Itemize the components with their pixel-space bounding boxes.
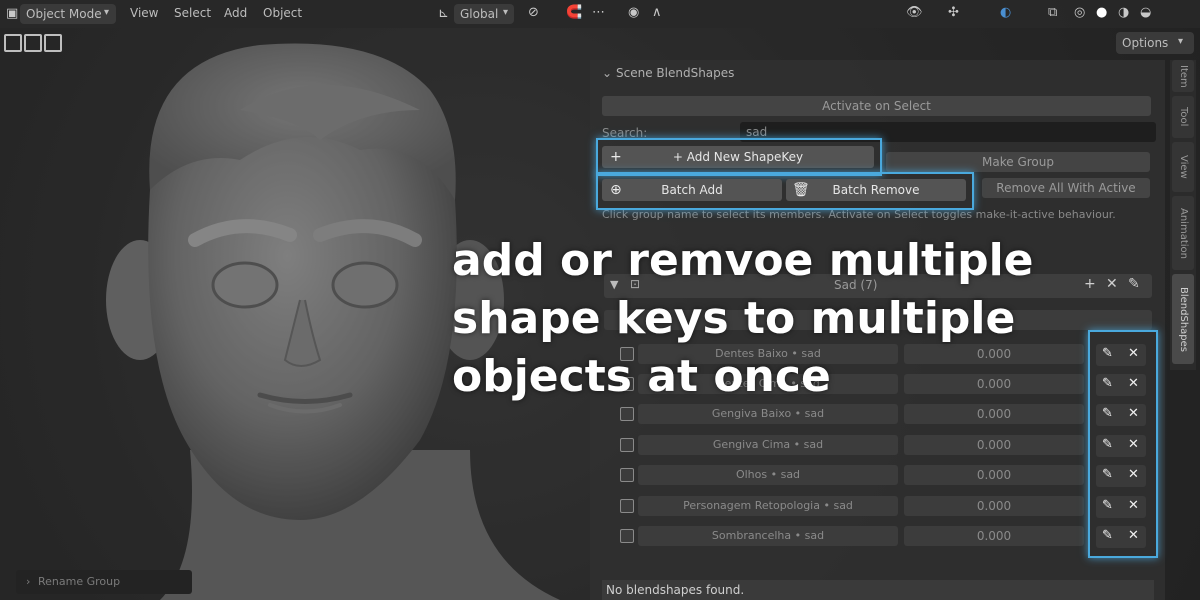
remove-all-with-active-button[interactable]: Remove All With Active — [982, 178, 1150, 198]
tab-animation[interactable]: Animation — [1172, 196, 1194, 270]
close-icon[interactable]: ✕ — [1128, 467, 1139, 482]
list-item: Personagem Retopologia • sad 0.000 — [614, 496, 1154, 516]
batch-add-button[interactable]: ⊕ Batch Add — [602, 179, 782, 201]
item-value[interactable]: 0.000 — [904, 465, 1084, 485]
overlay-caption: add or remvoe multiple shape keys to mul… — [452, 232, 1152, 406]
overlay-icon[interactable]: ◐ — [1000, 5, 1011, 20]
close-icon[interactable]: ✕ — [1128, 498, 1139, 513]
batch-buttons-highlight: ⊕ Batch Add 🗑 Batch Remove — [596, 172, 974, 210]
rename-group-label: Rename Group — [38, 575, 121, 588]
edit-remove-pair: ✎ ✕ — [1096, 526, 1146, 548]
xray-icon[interactable]: ⧉ — [1048, 5, 1057, 20]
item-name[interactable]: Personagem Retopologia • sad — [638, 496, 898, 516]
list-item: Gengiva Baixo • sad 0.000 — [614, 404, 1154, 424]
select-box-icon[interactable] — [4, 34, 22, 52]
edit-pencil-icon[interactable]: ✎ — [1102, 406, 1113, 421]
plus-icon: + — [610, 149, 622, 165]
menu-object[interactable]: Object — [263, 6, 302, 20]
panel-title: Scene BlendShapes — [616, 66, 735, 80]
close-icon[interactable]: ✕ — [1128, 528, 1139, 543]
proportional-edit-icon[interactable]: ◉ — [628, 5, 639, 20]
edit-remove-pair: ✎ ✕ — [1096, 404, 1146, 426]
batch-add-label: Batch Add — [661, 183, 723, 197]
caption-line: shape keys to multiple — [452, 293, 1016, 344]
item-name[interactable]: Olhos • sad — [638, 465, 898, 485]
select-subtract-icon[interactable] — [44, 34, 62, 52]
chevron-down-icon: ▾ — [503, 7, 509, 18]
chevron-down-icon: ▾ — [1178, 36, 1184, 47]
rendered-shading-icon[interactable]: ◒ — [1140, 5, 1151, 20]
list-item: Sombrancelha • sad 0.000 — [614, 526, 1154, 546]
sidebar-tabs: Item Tool View Animation BlendShapes — [1170, 60, 1196, 370]
item-value[interactable]: 0.000 — [904, 496, 1084, 516]
item-value[interactable]: 0.000 — [904, 526, 1084, 546]
menu-view[interactable]: View — [130, 6, 158, 20]
object-icon — [620, 529, 634, 543]
transform-orientation-icon: ⊾ — [438, 6, 449, 21]
add-new-shapekey-button[interactable]: + + Add New ShapeKey — [602, 146, 874, 168]
footer-status: No blendshapes found. — [602, 580, 1154, 600]
tab-view[interactable]: View — [1172, 142, 1194, 192]
panel-collapse-icon[interactable]: ⌄ — [602, 66, 612, 80]
add-circle-icon: ⊕ — [610, 182, 622, 198]
batch-remove-button[interactable]: 🗑 Batch Remove — [786, 179, 966, 201]
object-icon — [620, 499, 634, 513]
add-shapekey-highlight: + + Add New ShapeKey — [596, 138, 882, 176]
tab-blendshapes[interactable]: BlendShapes — [1172, 274, 1194, 364]
caption-line: add or remvoe multiple — [452, 235, 1034, 286]
orientation-label: Global — [460, 7, 499, 21]
wireframe-shading-icon[interactable]: ◎ — [1074, 5, 1085, 20]
object-icon — [620, 407, 634, 421]
add-new-shapekey-label: + Add New ShapeKey — [672, 150, 804, 164]
trash-icon: 🗑 — [792, 182, 810, 198]
gizmo-icon[interactable]: ✣ — [948, 5, 959, 20]
edit-pencil-icon[interactable]: ✎ — [1102, 467, 1113, 482]
object-mode-icon: ▣ — [6, 6, 19, 21]
caption-line: objects at once — [452, 351, 831, 402]
pivot-icon[interactable]: ⊘ — [528, 5, 539, 20]
edit-remove-pair: ✎ ✕ — [1096, 465, 1146, 487]
select-extend-icon[interactable] — [24, 34, 42, 52]
snap-increment-icon[interactable]: ⋯ — [592, 5, 605, 20]
menu-select[interactable]: Select — [174, 6, 211, 20]
rename-group-panel[interactable]: › Rename Group — [16, 570, 192, 594]
tab-item[interactable]: Item — [1172, 60, 1194, 92]
solid-shading-icon[interactable]: ● — [1096, 5, 1107, 20]
options-label: Options — [1122, 36, 1169, 50]
object-icon — [620, 468, 634, 482]
batch-remove-label: Batch Remove — [832, 183, 920, 197]
falloff-icon[interactable]: ∧ — [652, 5, 662, 20]
tab-tool[interactable]: Tool — [1172, 96, 1194, 138]
item-name[interactable]: Gengiva Baixo • sad — [638, 404, 898, 424]
snap-icon[interactable]: 🧲 — [566, 5, 582, 20]
activate-on-select-button[interactable]: Activate on Select — [602, 96, 1151, 116]
material-shading-icon[interactable]: ◑ — [1118, 5, 1129, 20]
visibility-icon[interactable]: 👁 — [906, 5, 923, 20]
menu-add[interactable]: Add — [224, 6, 247, 20]
edit-remove-pair: ✎ ✕ — [1096, 435, 1146, 457]
close-icon[interactable]: ✕ — [1128, 406, 1139, 421]
item-value[interactable]: 0.000 — [904, 404, 1084, 424]
edit-pencil-icon[interactable]: ✎ — [1102, 437, 1113, 452]
chevron-down-icon: ▾ — [104, 7, 110, 18]
orientation-dropdown[interactable]: Global ▾ — [454, 4, 514, 24]
mode-dropdown[interactable]: Object Mode ▾ — [20, 4, 116, 24]
mode-label: Object Mode — [26, 7, 102, 21]
viewport-header: ▣ Object Mode ▾ View Select Add Object ⊾… — [0, 0, 1200, 28]
edit-pencil-icon[interactable]: ✎ — [1102, 528, 1113, 543]
chevron-right-icon: › — [26, 575, 31, 588]
object-icon — [620, 438, 634, 452]
list-item: Gengiva Cima • sad 0.000 — [614, 435, 1154, 455]
edit-remove-pair: ✎ ✕ — [1096, 496, 1146, 518]
options-dropdown[interactable]: Options ▾ — [1116, 32, 1194, 54]
close-icon[interactable]: ✕ — [1128, 437, 1139, 452]
item-name[interactable]: Gengiva Cima • sad — [638, 435, 898, 455]
list-item: Olhos • sad 0.000 — [614, 465, 1154, 485]
item-value[interactable]: 0.000 — [904, 435, 1084, 455]
make-group-button[interactable]: Make Group — [886, 152, 1150, 172]
item-name[interactable]: Sombrancelha • sad — [638, 526, 898, 546]
edit-pencil-icon[interactable]: ✎ — [1102, 498, 1113, 513]
